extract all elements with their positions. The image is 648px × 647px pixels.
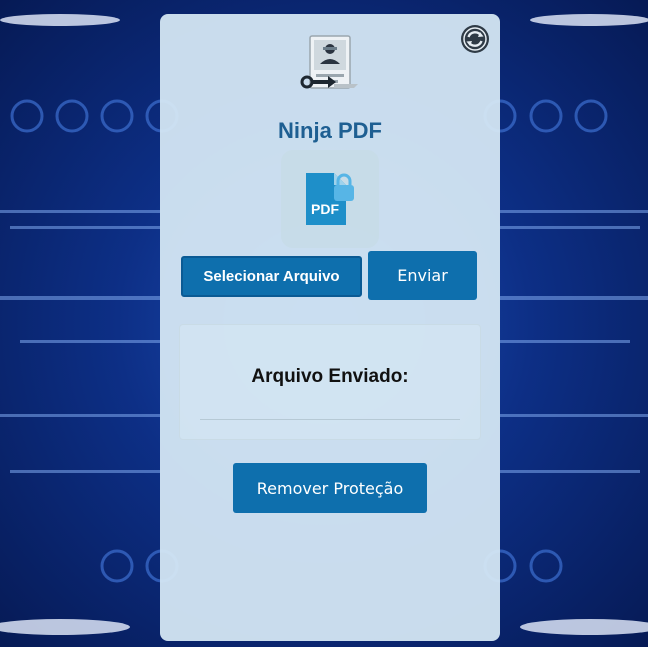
- app-title: Ninja PDF: [278, 118, 382, 143]
- svg-text:PDF: PDF: [311, 201, 339, 217]
- pdf-icon-tile: PDF: [281, 150, 379, 248]
- main-card: Ninja PDF PDF Selecionar Arquivo Enviar …: [160, 14, 500, 641]
- uploaded-file-heading: Arquivo Enviado:: [251, 366, 409, 387]
- divider: [200, 419, 460, 420]
- uploaded-file-panel: Arquivo Enviado:: [179, 324, 481, 440]
- pdf-file-lock-icon: PDF: [306, 173, 354, 225]
- ninja-document-key-icon: [298, 34, 362, 100]
- send-button[interactable]: Enviar: [368, 251, 477, 300]
- select-file-button[interactable]: Selecionar Arquivo: [181, 256, 362, 297]
- refresh-icon[interactable]: [460, 24, 490, 54]
- remove-protection-button[interactable]: Remover Proteção: [233, 463, 427, 513]
